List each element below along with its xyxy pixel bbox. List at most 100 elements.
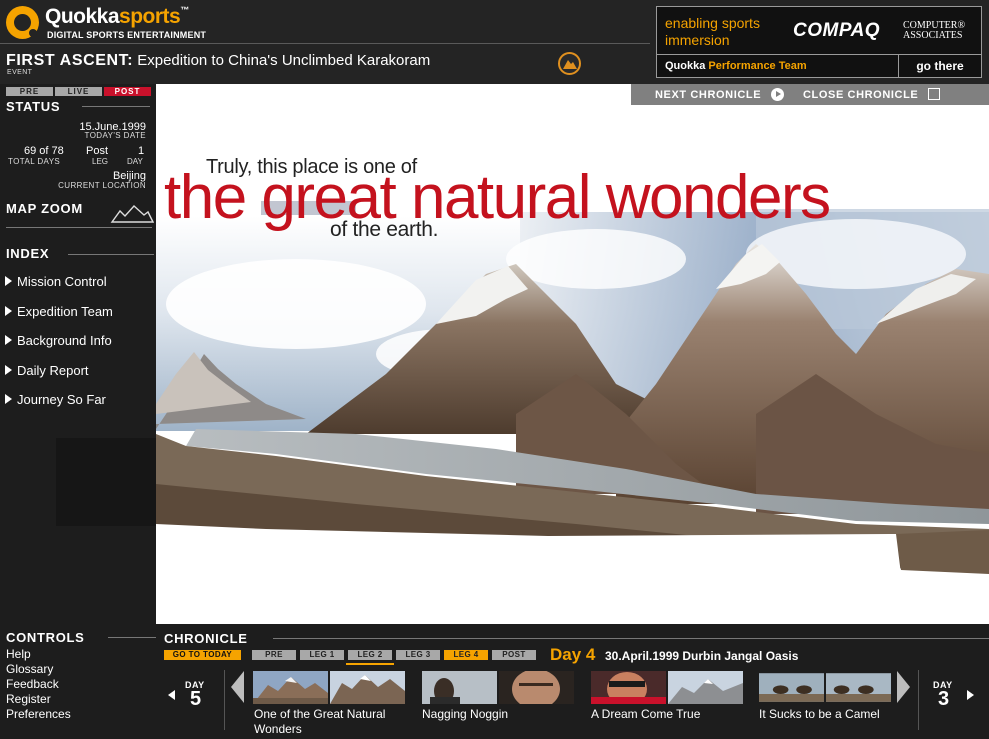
map-zoom-divider: [6, 227, 152, 228]
triangle-right-icon: [5, 305, 12, 316]
control-preferences[interactable]: Preferences: [6, 707, 71, 722]
previous-day-number: 5: [190, 688, 202, 710]
status-day: 1: [138, 145, 145, 157]
quokka-logo[interactable]: Quokkasports™ DIGITAL SPORTS ENTERTAINME…: [6, 5, 226, 43]
phase-tab-post[interactable]: POST: [104, 87, 151, 96]
story-title-3[interactable]: A Dream Come True: [591, 707, 741, 722]
index-item-journey-so-far[interactable]: Journey So Far: [5, 392, 113, 422]
control-help[interactable]: Help: [6, 647, 71, 662]
story-thumbnail-image: [422, 671, 497, 704]
triangle-right-icon: [967, 690, 974, 700]
event-title-rest: Expedition to China's Unclimbed Karakora…: [137, 52, 431, 69]
brand-tagline: DIGITAL SPORTS ENTERTAINMENT: [47, 30, 207, 40]
triangle-right-icon: [5, 276, 12, 286]
story-thumbnail-image: [826, 673, 891, 702]
chronicle-day-meta: 30.April.1999 Durbin Jangal Oasis: [605, 649, 799, 663]
status-days-label: TOTAL DAYS: [8, 157, 61, 166]
go-to-today-button[interactable]: GO TO TODAY: [164, 650, 241, 660]
brand-name: Quokkasports™: [45, 5, 189, 28]
story-title-1[interactable]: One of the Great Natural Wonders: [254, 707, 414, 737]
story-thumbnail-image: [253, 671, 328, 704]
leg-tab-1[interactable]: LEG 1: [300, 650, 344, 660]
sponsor-banner[interactable]: enabling sports immersion COMPAQ COMPUTE…: [656, 6, 982, 78]
phase-tab-live[interactable]: LIVE: [55, 87, 102, 96]
caption-headline: the great natural wonders: [164, 163, 831, 232]
leg-tab-4[interactable]: LEG 4: [444, 650, 488, 660]
story-thumbnail-image: [591, 671, 666, 704]
triangle-left-icon: [168, 690, 175, 700]
day-divider: [224, 670, 225, 730]
control-glossary[interactable]: Glossary: [6, 662, 71, 677]
status-location-label: CURRENT LOCATION: [58, 181, 146, 190]
event-title: FIRST ASCENT: Expedition to China's Uncli…: [6, 52, 430, 70]
leg-tabs: PRE LEG 1 LEG 2 LEG 3 LEG 4 POST: [252, 650, 536, 665]
story-thumbnail-image: [330, 671, 405, 704]
index-divider: [68, 254, 154, 255]
leg-tab-3[interactable]: LEG 3: [396, 650, 440, 660]
leg-tab-pre[interactable]: PRE: [252, 650, 296, 660]
chronicle-bar: CHRONICLE GO TO TODAY PRE LEG 1 LEG 2 LE…: [156, 624, 989, 739]
story-thumb-2[interactable]: [422, 671, 574, 704]
map-zoom-icon[interactable]: [110, 203, 154, 223]
chronicle-topbar: NEXT CHRONICLE CLOSE CHRONICLE: [631, 84, 989, 105]
play-arrow-icon[interactable]: [771, 88, 784, 101]
leg-tab-2[interactable]: LEG 2: [346, 650, 394, 665]
quokka-logo-icon: [6, 6, 39, 39]
story-thumb-1[interactable]: [253, 671, 405, 704]
chronicle-day-title: Day 4: [550, 645, 596, 664]
story-thumb-4[interactable]: [759, 671, 891, 704]
status-date-label: TODAY'S DATE: [84, 131, 146, 140]
story-title-4[interactable]: It Sucks to be a Camel: [759, 707, 891, 722]
status-leg-label: LEG: [92, 157, 109, 166]
previous-day-button[interactable]: DAY 5: [168, 676, 220, 726]
status-day-label: DAY: [127, 157, 143, 166]
story-thumbnail-image: [759, 673, 824, 702]
index-item-mission-control[interactable]: Mission Control: [5, 274, 113, 304]
index-item-daily-report[interactable]: Daily Report: [5, 363, 113, 393]
story-thumbnail-image: [668, 671, 743, 704]
triangle-right-icon: [5, 335, 12, 345]
go-there-button[interactable]: go there: [898, 55, 981, 77]
header-divider: [0, 43, 650, 44]
performance-team-label: Quokka Performance Team: [665, 60, 807, 72]
status-leg: Post: [86, 145, 109, 157]
story-thumb-3[interactable]: [591, 671, 743, 704]
index-item-expedition-team[interactable]: Expedition Team: [5, 304, 113, 334]
scroll-right-icon[interactable]: [897, 671, 910, 703]
story-thumbnail-image: [499, 671, 574, 704]
triangle-right-icon: [5, 364, 12, 375]
phase-tab-pre[interactable]: PRE: [6, 87, 53, 96]
event-title-bold: FIRST ASCENT:: [6, 52, 134, 69]
chronicle-heading: CHRONICLE: [164, 631, 248, 646]
leg-tab-post[interactable]: POST: [492, 650, 536, 660]
scroll-left-icon[interactable]: [231, 671, 244, 703]
controls-divider: [108, 637, 156, 638]
sidebar-shadow: [56, 438, 156, 526]
controls-list: Help Glossary Feedback Register Preferen…: [6, 647, 71, 722]
event-label: EVENT: [7, 69, 33, 76]
chronicle-viewer: Truly, this place is one of the great na…: [156, 84, 989, 624]
sidebar: PRE LIVE POST STATUS 15.June.1999 TODAY'…: [0, 84, 156, 739]
index-heading: INDEX: [6, 246, 50, 261]
phase-tabs: PRE LIVE POST: [6, 87, 151, 96]
story-title-2[interactable]: Nagging Noggin: [422, 707, 572, 722]
next-chronicle-link[interactable]: NEXT CHRONICLE: [655, 89, 761, 101]
caption-outro: of the earth.: [330, 218, 439, 241]
status-heading: STATUS: [6, 99, 61, 114]
close-checkbox-icon[interactable]: [928, 88, 940, 100]
control-register[interactable]: Register: [6, 692, 71, 707]
status-days: 69 of 78: [24, 145, 64, 157]
status-divider: [82, 106, 150, 107]
sponsor-tagline: enabling sports immersion: [665, 15, 760, 48]
close-chronicle-link[interactable]: CLOSE CHRONICLE: [803, 89, 918, 101]
next-day-number: 3: [938, 688, 950, 710]
computer-associates-logo: COMPUTER® ASSOCIATES: [903, 20, 966, 41]
index-list: Mission Control Expedition Team Backgrou…: [5, 274, 113, 422]
controls-heading: CONTROLS: [6, 630, 85, 645]
index-item-background-info[interactable]: Background Info: [5, 333, 113, 363]
mountain-icon: [558, 52, 581, 75]
control-feedback[interactable]: Feedback: [6, 677, 71, 692]
next-day-button[interactable]: DAY 3: [918, 676, 983, 726]
triangle-right-icon: [5, 394, 12, 404]
map-zoom-heading[interactable]: MAP ZOOM: [6, 201, 83, 216]
